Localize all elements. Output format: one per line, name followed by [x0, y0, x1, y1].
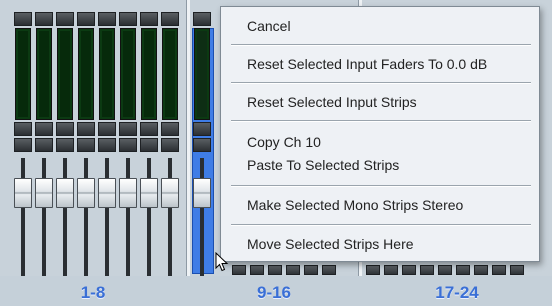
strip-button[interactable] [474, 265, 488, 275]
strip-button[interactable] [140, 122, 158, 136]
level-meter [194, 28, 210, 120]
strip-button[interactable] [232, 265, 246, 275]
channel-strip[interactable] [140, 8, 158, 276]
strip-button[interactable] [420, 265, 434, 275]
strip-button[interactable] [56, 12, 74, 26]
strip-button-row [232, 262, 340, 275]
menu-separator [231, 120, 531, 122]
menu-item-make-stereo[interactable]: Make Selected Mono Strips Stereo [247, 197, 463, 213]
strip-button[interactable] [161, 122, 179, 136]
menu-item-move-strips[interactable]: Move Selected Strips Here [247, 236, 414, 252]
strip-button[interactable] [119, 122, 137, 136]
strip-button[interactable] [193, 122, 211, 136]
level-meter [141, 28, 157, 120]
fader-track [200, 158, 204, 276]
strip-button[interactable] [268, 265, 282, 275]
strip-button[interactable] [322, 265, 336, 275]
strip-button[interactable] [35, 12, 53, 26]
strip-button[interactable] [14, 12, 32, 26]
strip-button[interactable] [140, 12, 158, 26]
menu-separator [231, 44, 531, 46]
strip-button[interactable] [161, 12, 179, 26]
menu-item-paste-strips[interactable]: Paste To Selected Strips [247, 157, 399, 173]
strip-button-row [366, 262, 528, 275]
strip-button[interactable] [384, 265, 398, 275]
level-meter [120, 28, 136, 120]
menu-item-copy-channel[interactable]: Copy Ch 10 [247, 134, 321, 150]
strip-button[interactable] [98, 122, 116, 136]
fader-cap[interactable] [56, 178, 74, 208]
strip-button[interactable] [140, 138, 158, 152]
strip-button[interactable] [35, 138, 53, 152]
fader-track [42, 158, 46, 276]
level-meter [36, 28, 52, 120]
strip-button[interactable] [77, 122, 95, 136]
menu-item-reset-faders[interactable]: Reset Selected Input Faders To 0.0 dB [247, 56, 487, 72]
context-menu: Cancel Reset Selected Input Faders To 0.… [220, 6, 540, 262]
fader-cap[interactable] [98, 178, 116, 208]
bank-label-17-24[interactable]: 17-24 [362, 282, 552, 304]
menu-separator [231, 82, 531, 84]
strip-button[interactable] [402, 265, 416, 275]
strip-button[interactable] [250, 265, 264, 275]
channel-strip-selected[interactable] [193, 8, 211, 276]
strip-button[interactable] [98, 138, 116, 152]
fader-cap[interactable] [77, 178, 95, 208]
strip-button[interactable] [492, 265, 506, 275]
fader-track [84, 158, 88, 276]
channel-strip[interactable] [77, 8, 95, 276]
bank-label-1-8[interactable]: 1-8 [0, 282, 186, 304]
strip-button[interactable] [77, 12, 95, 26]
level-meter [78, 28, 94, 120]
bank-label-9-16[interactable]: 9-16 [190, 282, 358, 304]
strip-button[interactable] [77, 138, 95, 152]
strip-button[interactable] [14, 122, 32, 136]
fader-track [63, 158, 67, 276]
menu-separator [231, 185, 531, 187]
strip-button[interactable] [193, 12, 211, 26]
strip-button[interactable] [119, 138, 137, 152]
strip-button[interactable] [56, 138, 74, 152]
strip-button[interactable] [510, 265, 524, 275]
level-meter [99, 28, 115, 120]
fader-cap[interactable] [14, 178, 32, 208]
strip-button[interactable] [161, 138, 179, 152]
fader-track [168, 158, 172, 276]
strip-button[interactable] [456, 265, 470, 275]
fader-track [105, 158, 109, 276]
menu-separator [231, 224, 531, 226]
channel-strip[interactable] [119, 8, 137, 276]
channel-strip[interactable] [56, 8, 74, 276]
fader-cap[interactable] [35, 178, 53, 208]
strip-button[interactable] [438, 265, 452, 275]
fader-cap[interactable] [140, 178, 158, 208]
channel-strip[interactable] [98, 8, 116, 276]
level-meter [162, 28, 178, 120]
strip-button[interactable] [98, 12, 116, 26]
menu-item-reset-strips[interactable]: Reset Selected Input Strips [247, 94, 417, 110]
level-meter [57, 28, 73, 120]
fader-cap[interactable] [193, 178, 211, 208]
fader-cap[interactable] [161, 178, 179, 208]
strip-button[interactable] [193, 138, 211, 152]
fader-cap[interactable] [119, 178, 137, 208]
strip-button[interactable] [56, 122, 74, 136]
strip-button[interactable] [35, 122, 53, 136]
strip-button[interactable] [119, 12, 137, 26]
channel-strip[interactable] [14, 8, 32, 276]
menu-item-cancel[interactable]: Cancel [247, 18, 291, 34]
level-meter [15, 28, 31, 120]
fader-track [147, 158, 151, 276]
channel-strip[interactable] [161, 8, 179, 276]
channel-strip[interactable] [35, 8, 53, 276]
fader-track [126, 158, 130, 276]
strip-button[interactable] [366, 265, 380, 275]
fader-track [21, 158, 25, 276]
strip-button[interactable] [304, 265, 318, 275]
strip-button[interactable] [14, 138, 32, 152]
strip-button[interactable] [286, 265, 300, 275]
arrow-cursor-icon [215, 251, 229, 277]
